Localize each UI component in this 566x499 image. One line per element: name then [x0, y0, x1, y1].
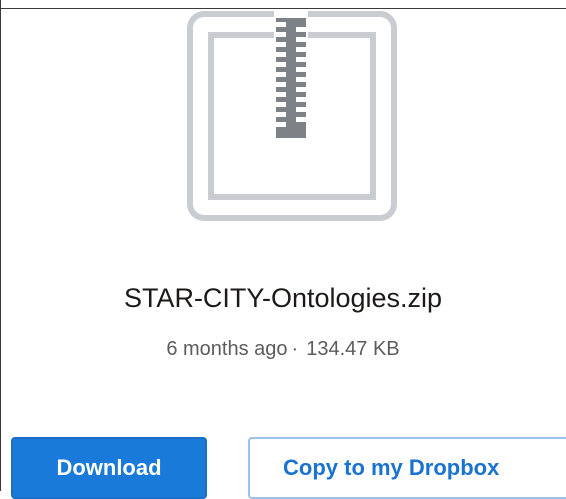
meta-separator: · — [291, 338, 299, 360]
panel-left-border — [0, 0, 1, 491]
file-meta: 6 months ago · 134.47 KB — [0, 338, 566, 361]
file-preview-panel: STAR-CITY-Ontologies.zip 6 months ago · 13… — [0, 0, 566, 499]
download-button[interactable]: Download — [11, 437, 207, 499]
zip-file-icon — [186, 10, 398, 222]
file-size: 134.47 KB — [306, 338, 400, 360]
file-name: STAR-CITY-Ontologies.zip — [123, 283, 443, 313]
file-modified-time: 6 months ago — [166, 338, 288, 360]
copy-to-dropbox-button[interactable]: Copy to my Dropbox — [248, 437, 566, 499]
panel-top-border — [0, 8, 566, 9]
